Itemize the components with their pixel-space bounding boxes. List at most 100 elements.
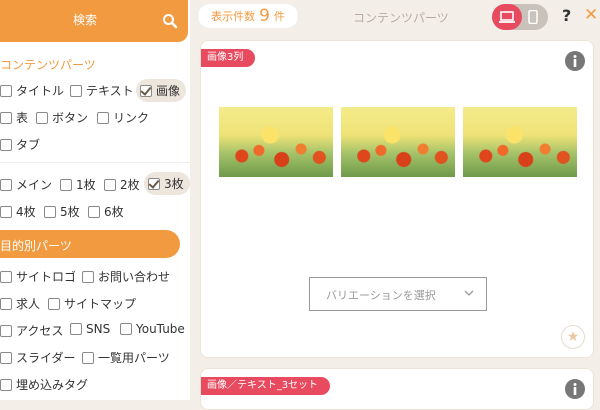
filter-label: スライダー <box>16 351 76 365</box>
info-icon[interactable] <box>565 379 585 399</box>
part-card: 画像3列 バリエーションを選択 ★ <box>200 40 594 358</box>
filter-sitemap[interactable]: サイトマップ <box>48 295 136 312</box>
filter-title[interactable]: タイトル <box>0 82 64 99</box>
part-card: 画像／テキスト_3セット <box>200 368 594 410</box>
filter-1-col[interactable]: 1枚 <box>60 176 96 193</box>
checkbox[interactable] <box>0 178 12 191</box>
checkbox[interactable] <box>82 270 94 283</box>
checkbox[interactable] <box>120 323 132 335</box>
count-value: 9 <box>259 6 270 26</box>
count-prefix: 表示件数 <box>211 10 256 23</box>
filter-label: 4枚 <box>16 205 36 219</box>
count-suffix: 件 <box>273 10 285 23</box>
close-icon[interactable]: ✕ <box>584 5 598 25</box>
filter-youtube[interactable]: YouTube <box>120 322 185 336</box>
filter-label: 5枚 <box>60 205 80 219</box>
checkbox[interactable] <box>0 205 12 218</box>
divider <box>0 162 190 163</box>
page-title: コンテンツパーツ <box>353 11 449 25</box>
filter-embed-tag[interactable]: 埋め込みタグ <box>0 376 88 393</box>
filter-label: 1枚 <box>76 178 96 192</box>
desktop-view-button[interactable] <box>492 4 522 30</box>
checkbox[interactable] <box>104 178 116 191</box>
filter-label: SNS <box>86 322 111 336</box>
filter-label: 6枚 <box>104 205 124 219</box>
filter-label: お問い合わせ <box>98 270 171 284</box>
purpose-parts-heading: 目的別パーツ <box>0 230 180 258</box>
filter-label: メイン <box>16 178 53 192</box>
checkbox[interactable] <box>70 323 82 335</box>
variation-select-placeholder: バリエーションを選択 <box>326 289 436 302</box>
checkbox[interactable] <box>36 111 48 124</box>
filter-label: 表 <box>16 111 29 125</box>
laptop-icon <box>499 11 515 23</box>
filter-text[interactable]: テキスト <box>70 82 134 99</box>
filter-table[interactable]: 表 <box>0 109 28 126</box>
purpose-parts-label: 目的別パーツ <box>0 239 72 253</box>
checkbox[interactable] <box>0 297 12 310</box>
filter-label: 埋め込みタグ <box>16 378 89 392</box>
favorite-star-icon[interactable]: ★ <box>561 325 585 349</box>
filter-3-col[interactable]: 3枚 <box>144 172 190 195</box>
filter-6-col[interactable]: 6枚 <box>88 203 124 220</box>
checkbox[interactable] <box>0 378 12 391</box>
filter-slider[interactable]: スライダー <box>0 349 76 366</box>
filter-2-col[interactable]: 2枚 <box>104 176 140 193</box>
checkbox[interactable] <box>70 84 82 97</box>
filter-recruit[interactable]: 求人 <box>0 295 40 312</box>
checkbox[interactable] <box>0 270 12 283</box>
checkbox[interactable] <box>44 205 56 218</box>
filter-access[interactable]: アクセス <box>0 322 63 339</box>
filter-label: タブ <box>16 138 41 152</box>
checkbox-checked[interactable] <box>148 177 160 190</box>
mobile-view-icon[interactable] <box>526 10 540 24</box>
part-tag: 画像／テキスト_3セット <box>201 377 331 395</box>
filter-label: 求人 <box>16 297 41 311</box>
filter-label: 画像 <box>156 84 181 98</box>
checkbox[interactable] <box>0 138 12 151</box>
checkbox[interactable] <box>0 84 12 97</box>
filter-label: サイトロゴ <box>16 270 77 284</box>
filter-label: ボタン <box>52 111 89 125</box>
filter-contact[interactable]: お問い合わせ <box>82 268 170 285</box>
checkbox[interactable] <box>0 351 12 364</box>
filter-label: アクセス <box>16 324 64 338</box>
filter-label: リンク <box>113 111 150 125</box>
preview-image <box>341 107 455 177</box>
filter-link[interactable]: リンク <box>97 109 149 126</box>
search-icon <box>163 14 178 29</box>
sidebar: 検索 コンテンツパーツ タイトル テキスト 画像 表 ボタン リンク タブ メイ… <box>0 0 190 400</box>
search-button[interactable]: 検索 <box>0 0 188 42</box>
checkbox[interactable] <box>82 351 94 364</box>
view-toggle[interactable] <box>492 4 548 30</box>
variation-select[interactable]: バリエーションを選択 <box>309 277 487 311</box>
checkbox[interactable] <box>97 111 109 124</box>
filter-sns[interactable]: SNS <box>70 322 110 336</box>
content-parts-heading: コンテンツパーツ <box>0 58 96 72</box>
filter-5-col[interactable]: 5枚 <box>44 203 80 220</box>
filter-button[interactable]: ボタン <box>36 109 88 126</box>
checkbox[interactable] <box>60 178 72 191</box>
filter-label: 3枚 <box>164 177 184 191</box>
filter-main[interactable]: メイン <box>0 176 52 193</box>
filter-label: YouTube <box>136 322 185 336</box>
checkbox[interactable] <box>0 324 12 337</box>
filter-site-logo[interactable]: サイトロゴ <box>0 268 76 285</box>
chevron-down-icon <box>464 290 474 296</box>
info-icon[interactable] <box>565 51 585 71</box>
filter-4-col[interactable]: 4枚 <box>0 203 36 220</box>
result-count: 表示件数 9 件 <box>198 4 298 28</box>
preview-image <box>463 107 577 177</box>
filter-label: タイトル <box>16 84 65 98</box>
filter-tab[interactable]: タブ <box>0 136 40 153</box>
help-icon[interactable]: ? <box>562 6 571 25</box>
header: 表示件数 9 件 コンテンツパーツ ? ✕ <box>190 0 600 34</box>
part-tag: 画像3列 <box>201 49 256 67</box>
checkbox-checked[interactable] <box>140 84 152 97</box>
filter-label: 2枚 <box>120 178 140 192</box>
checkbox[interactable] <box>88 205 100 218</box>
filter-image[interactable]: 画像 <box>136 79 187 102</box>
checkbox[interactable] <box>0 111 12 124</box>
filter-list-parts[interactable]: 一覧用パーツ <box>82 349 170 366</box>
checkbox[interactable] <box>48 297 60 310</box>
